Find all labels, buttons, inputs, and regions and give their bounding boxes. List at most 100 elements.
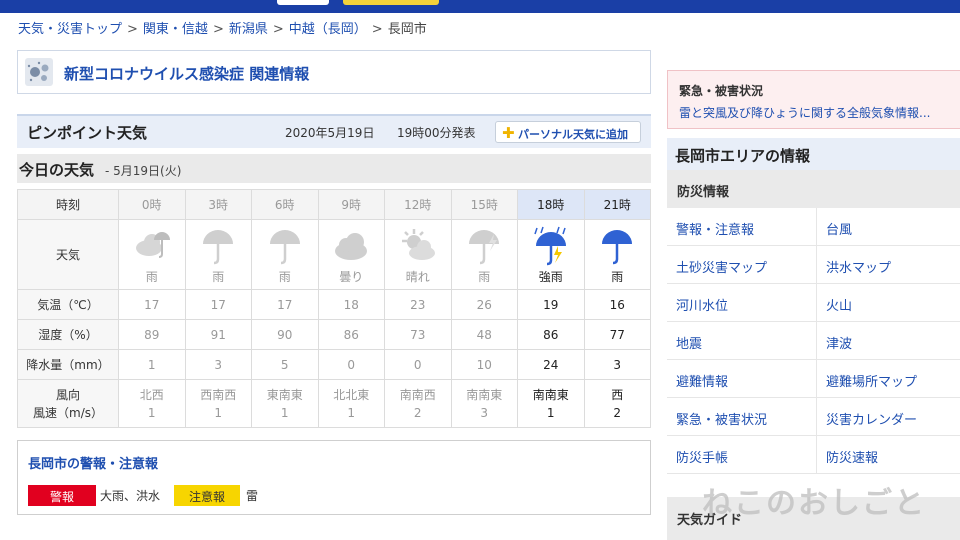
humidity-cell: 91 <box>184 319 252 350</box>
weather-text: 晴れ <box>405 270 430 284</box>
temperature-cell: 26 <box>450 289 518 320</box>
weather-text: 強雨 <box>538 270 563 284</box>
covid-info-link[interactable]: 新型コロナウイルス感染症 関連情報 <box>64 63 309 84</box>
today-weather-header: 今日の天気 - 5月19日(火) <box>17 154 651 183</box>
hour-cell: 12時 <box>384 189 452 220</box>
wind-speed: 3 <box>480 405 489 420</box>
link-disaster-handbook[interactable]: 防災手帳 <box>667 436 817 473</box>
link-typhoon[interactable]: 台風 <box>817 208 960 245</box>
today-date: - 5月19日(火) <box>105 164 182 178</box>
precipitation-label: 降水量（mm） <box>17 349 119 380</box>
hour-cell: 9時 <box>317 189 385 220</box>
wind-cell: 北北東 1 <box>317 379 385 428</box>
link-disaster-alerts[interactable]: 防災速報 <box>817 436 960 473</box>
wind-cell: 西南西 1 <box>184 379 252 428</box>
emergency-alert-link[interactable]: 雷と突風及び降ひょうに関する全般気象情報... <box>679 104 930 121</box>
link-river-level[interactable]: 河川水位 <box>667 284 817 321</box>
header-yellow-button[interactable] <box>343 0 439 5</box>
precipitation-cell: 3 <box>583 349 651 380</box>
search-button[interactable] <box>277 0 329 5</box>
weather-cell: 雨 <box>251 219 319 290</box>
link-evacuation-info[interactable]: 避難情報 <box>667 360 817 397</box>
precipitation-cell: 0 <box>384 349 452 380</box>
humidity-cell: 48 <box>450 319 518 350</box>
cloud-icon <box>335 233 368 260</box>
temperature-cell: 23 <box>384 289 452 320</box>
weather-text: 雨 <box>611 270 624 284</box>
weather-text: 雨 <box>278 270 291 284</box>
breadcrumb-current: 長岡市 <box>387 22 427 37</box>
weather-text: 曇り <box>339 270 364 284</box>
wind-cell: 西2 <box>583 379 651 428</box>
wind-label: 風向 風速（m/s） <box>17 379 119 428</box>
wind-cell: 南南東 3 <box>450 379 518 428</box>
breadcrumb-niigata[interactable]: 新潟県 <box>229 22 268 37</box>
wind-direction: 西 <box>611 387 624 402</box>
wind-cell: 北西 1 <box>118 379 186 428</box>
umbrella-icon <box>602 230 633 265</box>
warning-badge: 警報 <box>28 485 96 506</box>
warnings-title-link[interactable]: 長岡市の警報・注意報 <box>28 453 158 472</box>
breadcrumb-kanto-shinetsu[interactable]: 関東・信越 <box>143 22 208 37</box>
hour-cell: 6時 <box>251 189 319 220</box>
hour-cell: 3時 <box>184 189 252 220</box>
humidity-cell: 86 <box>317 319 385 350</box>
precipitation-cell: 24 <box>517 349 585 380</box>
temperature-cell: 17 <box>118 289 186 320</box>
link-tsunami[interactable]: 津波 <box>817 322 960 359</box>
emergency-alert-box: 緊急・被害状況 雷と突風及び降ひょうに関する全般気象情報... <box>667 70 960 129</box>
link-emergency-status[interactable]: 緊急・被害状況 <box>667 398 817 435</box>
area-info-header: 長岡市エリアの情報 <box>667 138 960 170</box>
temperature-cell: 17 <box>184 289 252 320</box>
weather-label: 天気 <box>17 219 119 290</box>
time-row: 時刻 0時 3時 6時 9時 12時 15時 18時 21時 <box>17 189 651 220</box>
disaster-info-title: 防災情報 <box>677 185 730 200</box>
weather-text: 雨 <box>145 270 158 284</box>
add-personal-weather-label: パーソナル天気に追加 <box>518 128 628 141</box>
link-volcano[interactable]: 火山 <box>817 284 960 321</box>
link-flood-map[interactable]: 洪水マップ <box>817 246 960 283</box>
hour-cell: 18時 <box>517 189 585 220</box>
disaster-links-row: 地震 津波 <box>667 322 960 360</box>
wind-speed: 2 <box>413 405 422 420</box>
temperature-cell: 16 <box>583 289 651 320</box>
link-disaster-calendar[interactable]: 災害カレンダー <box>817 398 960 435</box>
add-personal-weather-button[interactable]: ✚ パーソナル天気に追加 <box>495 121 641 143</box>
wind-cell: 南南西 2 <box>384 379 452 428</box>
temperature-row: 気温（℃） 17 17 17 18 23 26 19 16 <box>17 289 651 320</box>
wind-speed: 1 <box>147 405 156 420</box>
wind-direction: 南南東 <box>532 387 569 402</box>
pinpoint-title: ピンポイント天気 <box>27 124 148 142</box>
covid-info-banner[interactable]: 新型コロナウイルス感染症 関連情報 <box>17 50 651 94</box>
temperature-cell: 19 <box>517 289 585 320</box>
wind-speed: 1 <box>546 405 555 420</box>
precipitation-row: 降水量（mm） 1 3 5 0 0 10 24 3 <box>17 349 651 380</box>
wind-speed: 2 <box>613 405 622 420</box>
wind-direction: 北北東 <box>333 387 370 402</box>
hour-cell: 0時 <box>118 189 186 220</box>
watermark-logo: ねこのおしごと <box>702 486 926 521</box>
cloud-umbrella-icon <box>135 232 170 258</box>
breadcrumb-chuetsu[interactable]: 中越（長岡） <box>289 22 367 37</box>
pinpoint-issue-time: 19時00分発表 <box>397 126 476 140</box>
link-warnings[interactable]: 警報・注意報 <box>667 208 817 245</box>
humidity-cell: 73 <box>384 319 452 350</box>
link-evacuation-map[interactable]: 避難場所マップ <box>817 360 960 397</box>
disaster-links-row: 防災手帳 防災速報 <box>667 436 960 474</box>
disaster-links-row: 土砂災害マップ 洪水マップ <box>667 246 960 284</box>
humidity-label: 湿度（%） <box>17 319 119 350</box>
humidity-row: 湿度（%） 89 91 90 86 73 48 86 77 <box>17 319 651 350</box>
temperature-cell: 17 <box>251 289 319 320</box>
wind-direction: 西南西 <box>200 387 237 402</box>
weather-cell: 雨 <box>184 219 252 290</box>
link-landslide-map[interactable]: 土砂災害マップ <box>667 246 817 283</box>
advisory-badge: 注意報 <box>174 485 240 506</box>
breadcrumb: 天気・災害トップ > 関東・信越 > 新潟県 > 中越（長岡） > 長岡市 <box>18 18 427 37</box>
wind-speed-label: 風速（m/s） <box>33 405 103 420</box>
temperature-label: 気温（℃） <box>17 289 119 320</box>
humidity-cell: 89 <box>118 319 186 350</box>
wind-direction: 南南東 <box>466 387 503 402</box>
breadcrumb-weather-top[interactable]: 天気・災害トップ <box>18 22 122 37</box>
link-earthquake[interactable]: 地震 <box>667 322 817 359</box>
top-navbar <box>0 0 960 13</box>
